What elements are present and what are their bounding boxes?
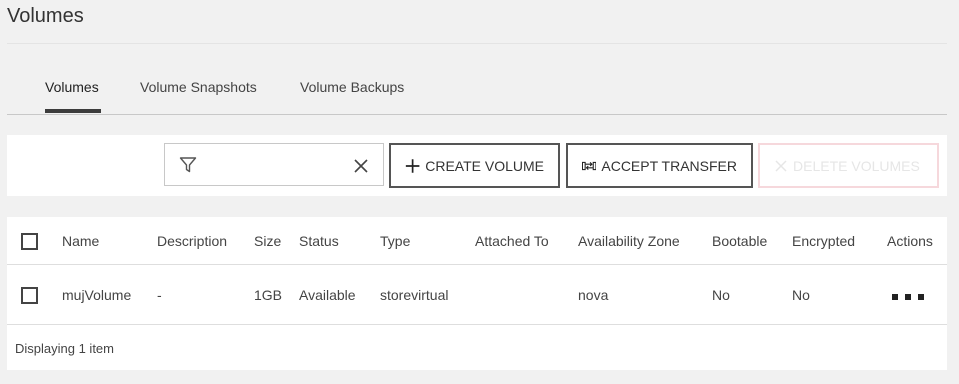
tab-volumes[interactable]: Volumes [45,79,101,113]
select-all-checkbox[interactable] [21,233,38,250]
filter-input[interactable] [209,154,343,178]
tab-volume-backups[interactable]: Volume Backups [300,79,404,95]
close-icon [775,159,787,172]
column-header-attached-to[interactable]: Attached To [475,233,549,249]
volume-name-link[interactable]: mujVolume [62,287,131,303]
create-volume-button[interactable]: CREATE VOLUME [389,143,560,188]
column-header-size[interactable]: Size [254,233,281,249]
column-header-status[interactable]: Status [299,233,339,249]
accept-transfer-label: ACCEPT TRANSFER [601,157,737,174]
volume-type: storevirtual [380,287,449,303]
column-header-description[interactable]: Description [157,233,227,249]
row-checkbox[interactable] [21,287,38,304]
tab-volume-snapshots[interactable]: Volume Snapshots [140,79,257,95]
volume-encrypted[interactable]: No [792,287,810,303]
more-icon[interactable] [892,287,931,305]
table-footer: Displaying 1 item [15,341,114,356]
column-header-availability-zone[interactable]: Availability Zone [578,233,680,249]
transfer-icon [582,161,597,170]
title-divider [7,43,947,44]
tab-bar: Volumes Volume Snapshots Volume Backups [7,72,947,115]
create-volume-label: CREATE VOLUME [425,157,544,174]
column-header-type[interactable]: Type [380,233,410,249]
delete-volumes-button[interactable]: DELETE VOLUMES [758,143,939,188]
accept-transfer-button[interactable]: ACCEPT TRANSFER [566,143,753,188]
filter-icon [179,157,197,173]
column-header-encrypted[interactable]: Encrypted [792,233,855,249]
table-row: mujVolume - 1GB Available storevirtual n… [7,265,947,325]
column-header-actions: Actions [887,233,933,249]
filter-box [164,143,384,186]
delete-volumes-label: DELETE VOLUMES [793,157,920,174]
volume-bootable: No [712,287,730,303]
column-header-name[interactable]: Name [62,233,99,249]
volume-size: 1GB [254,287,283,303]
column-header-bootable[interactable]: Bootable [712,233,767,249]
volume-description: - [157,287,162,303]
plus-icon [405,158,420,173]
volumes-table: Name Description Size Status Type Attach… [7,217,947,370]
toolbar: CREATE VOLUME ACCEPT TRANSFER DELETE VOL… [7,135,947,196]
close-icon[interactable] [353,158,369,174]
volume-status: Available [299,287,356,303]
volume-availability-zone: nova [578,287,609,303]
page-title: Volumes [7,5,84,27]
table-header-row: Name Description Size Status Type Attach… [7,217,947,265]
